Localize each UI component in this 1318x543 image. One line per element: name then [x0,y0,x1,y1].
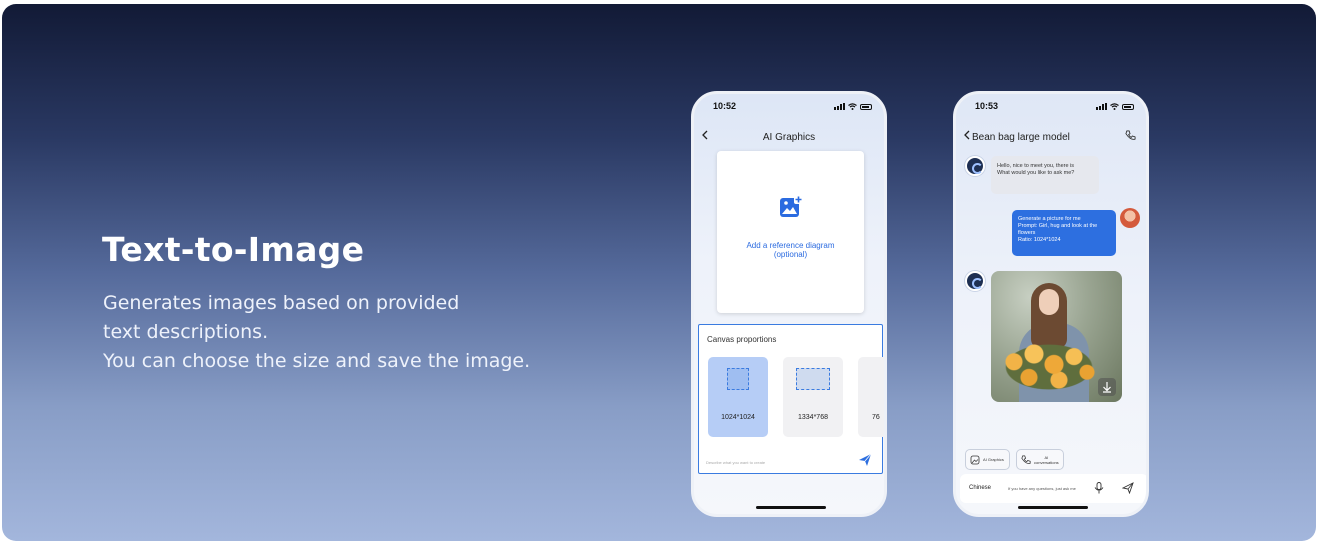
ratio-option-partial[interactable]: 76 [858,357,884,437]
download-button[interactable] [1098,378,1116,396]
ratio-label: 1024*1024 [721,414,755,421]
bot-avatar [965,271,985,291]
home-indicator [1018,506,1088,509]
image-flower-bouquet [999,341,1099,393]
bot-avatar [965,156,985,176]
ratio-label: 1334*768 [798,414,828,421]
status-time: 10:52 [713,101,737,111]
phone-ai-graphics: 10:52 AI Graphics Add a reference diagra… [691,91,887,517]
hero-description-line: text descriptions. [103,321,269,343]
image-figure-face [1039,289,1059,315]
ratio-option-1024[interactable]: 1024*1024 [708,357,768,437]
hero-description-line: You can choose the size and save the ima… [103,350,531,372]
wifi-icon [1110,103,1119,110]
user-message-line: Generate a picture for me [1018,216,1081,222]
signal-icon [834,103,845,110]
ratio-option-1334[interactable]: 1334*768 [783,357,843,437]
phone-chat: 10:53 Bean bag large model Hello, nice t… [953,91,1149,517]
user-message-line: Ratio: 1024*1024 [1018,237,1061,243]
chip-label-line: conversations [1034,459,1059,465]
status-bar: 10:52 [694,101,884,115]
status-bar: 10:53 [956,101,1146,115]
landscape-frame-icon [796,368,830,390]
prompt-input[interactable]: Describe what you want to create [706,460,765,465]
ai-conversations-chip[interactable]: AI conversations [1016,449,1064,470]
add-reference-label-line: (optional) [773,250,808,259]
bot-message-line: What would you like to ask me? [997,170,1075,176]
add-reference-label: Add a reference diagram (optional) [717,241,864,259]
hero-description-line: Generates images based on provided [103,292,460,314]
wifi-icon [848,103,857,110]
status-time: 10:53 [975,101,999,111]
home-indicator [756,506,826,509]
page-title: AI Graphics [762,132,816,143]
status-icons [1096,103,1134,110]
user-avatar [1120,208,1140,228]
hero-title: Text-to-Image [102,230,365,269]
ai-conversations-chip-label: AI conversations [1034,455,1059,465]
phone-call-icon[interactable] [1125,130,1136,141]
battery-icon [860,103,872,110]
user-message-line: Prompt: Girl, hug and look at the [1018,223,1098,229]
image-icon [970,455,980,464]
ratio-label: 76 [872,414,880,421]
battery-icon [1122,103,1134,110]
language-selector[interactable]: Chinese [969,485,991,491]
bot-message: Hello, nice to meet you, there is What w… [991,156,1099,194]
add-reference-card[interactable]: Add a reference diagram (optional) [717,151,864,313]
chat-title: Bean bag large model [972,132,1070,143]
download-icon [1103,382,1111,393]
user-message-line: flowers [1018,230,1036,236]
hero-description: Generates images based on provided text … [103,289,563,376]
send-icon[interactable] [1122,482,1134,494]
signal-icon [1096,103,1107,110]
bot-message-line: Hello, nice to meet you, there is [997,163,1075,169]
chat-input-bar: Chinese If you have any questions, just … [960,474,1146,503]
ai-graphics-chip-label: AI Graphics [983,457,1004,462]
phone-call-icon [1021,454,1031,464]
microphone-icon[interactable] [1094,482,1104,494]
add-image-icon [780,195,803,217]
ai-graphics-chip[interactable]: AI Graphics [965,449,1010,470]
chat-input[interactable]: If you have any questions, just ask me [1008,486,1076,491]
square-frame-icon [727,368,749,390]
canvas-proportions-title: Canvas proportions [707,335,777,344]
back-icon[interactable] [962,130,972,140]
canvas-proportions-panel: Canvas proportions 1024*1024 1334*768 76… [698,324,884,474]
add-reference-label-line: Add a reference diagram [746,241,835,250]
user-message: Generate a picture for me Prompt: Girl, … [1012,210,1116,256]
send-icon[interactable] [858,453,872,467]
generated-image[interactable] [991,271,1122,402]
status-icons [834,103,872,110]
hero-banner: Text-to-Image Generates images based on … [2,4,1316,541]
